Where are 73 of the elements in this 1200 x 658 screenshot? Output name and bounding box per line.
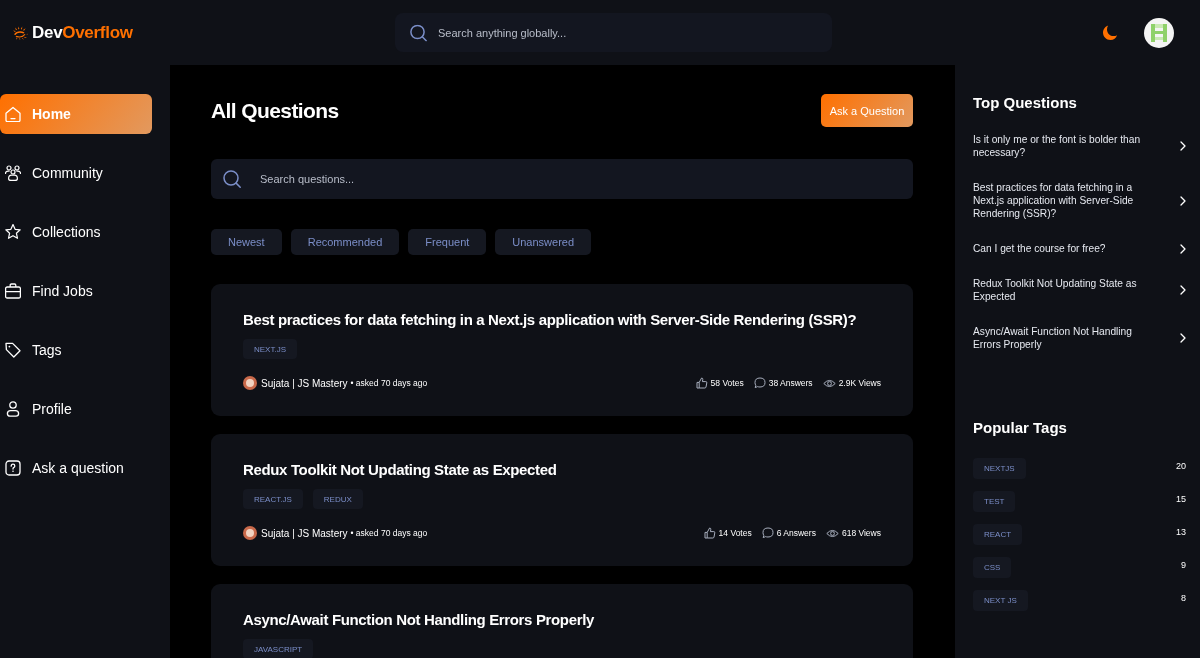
tag-chip[interactable]: REDUX (312, 489, 363, 509)
logo-icon (12, 25, 28, 40)
tag-chip[interactable]: CSS (973, 557, 1012, 578)
top-question-link[interactable]: Redux Toolkit Not Updating State as Expected (973, 277, 1153, 303)
sidebar-link[interactable]: Tags (0, 330, 152, 370)
section-title: Popular Tags (973, 419, 1068, 437)
tag-chip[interactable]: NEXT.JS (243, 339, 297, 359)
top-question-link[interactable]: Can I get the course for free? (973, 242, 1106, 255)
chevron-right-icon[interactable] (1180, 195, 1186, 206)
top-question-link[interactable]: Async/Await Function Not Handling Errors Properly (973, 325, 1153, 351)
thumbs-up-icon (695, 377, 708, 389)
question-title[interactable]: Async/Await Function Not Handling Errors Properly (243, 610, 881, 630)
tag-count: 8 (1181, 593, 1186, 603)
question-title[interactable]: Redux Toolkit Not Updating State as Expected (243, 460, 881, 480)
question-title[interactable]: Best practices for data fetching in a Next.js application with Server-Side Rendering (SSR)? (243, 310, 881, 330)
star-icon (5, 224, 21, 240)
eye-icon (822, 377, 836, 389)
tag-chip[interactable]: NEXT JS (973, 590, 1028, 611)
answers-count: 6 Answers (776, 528, 816, 538)
tag-chip[interactable]: REACT (973, 524, 1023, 545)
answers-count: 38 Answers (768, 378, 813, 388)
logo-text[interactable]: DevOverflow (32, 22, 133, 43)
sidebar-link[interactable]: Collections (0, 212, 152, 252)
people-group-icon (5, 165, 21, 181)
asked-time: • asked 70 days ago (350, 528, 428, 538)
search-icon (410, 24, 427, 41)
section-title: Top Questions (973, 94, 1078, 112)
question-search-field[interactable]: Search questions... (211, 159, 913, 199)
filter-button[interactable]: Unanswered (495, 229, 592, 255)
filter-button[interactable]: Newest (211, 229, 282, 255)
author-name[interactable]: Sujata | JS Mastery (261, 377, 348, 389)
briefcase-icon (5, 283, 21, 299)
chevron-right-icon[interactable] (1180, 243, 1186, 254)
author-avatar-icon (243, 526, 257, 540)
sidebar-link[interactable]: Ask a question (0, 448, 152, 488)
chat-bubble-icon (753, 377, 766, 389)
search-icon (223, 170, 241, 188)
tag-chip[interactable]: REACT.JS (243, 489, 303, 509)
filter-button[interactable]: Frequent (408, 229, 487, 255)
chat-bubble-icon (761, 527, 774, 539)
tag-count: 15 (1176, 494, 1186, 504)
chevron-right-icon[interactable] (1180, 285, 1186, 295)
filter-button[interactable]: Recommended (290, 229, 400, 255)
tag-count: 13 (1176, 527, 1186, 537)
thumbs-up-icon (703, 527, 716, 539)
asked-time: • asked 70 days ago (350, 378, 428, 388)
top-question-link[interactable]: Best practices for data fetching in a Next.js application with Server-Side Rendering (SSR)? (973, 181, 1153, 220)
views-count: 618 Views (841, 528, 881, 538)
home-icon (5, 106, 21, 122)
tag-icon (5, 342, 21, 358)
global-search-field[interactable]: Search anything globally... (395, 13, 832, 52)
author-name[interactable]: Sujata | JS Mastery (261, 527, 348, 539)
votes-count: 58 Votes (710, 378, 744, 388)
chevron-right-icon[interactable] (1180, 333, 1186, 343)
votes-count: 14 Votes (718, 528, 752, 538)
tag-count: 9 (1181, 560, 1186, 570)
page-title: All Questions (211, 98, 339, 123)
sidebar-link[interactable]: Community (0, 153, 152, 193)
person-icon (5, 401, 21, 417)
tag-count: 20 (1176, 461, 1186, 471)
tag-chip[interactable]: TEST (973, 491, 1016, 512)
moon-icon[interactable] (1103, 25, 1117, 40)
question-square-icon (5, 460, 21, 476)
author-avatar-icon (243, 376, 257, 390)
chevron-right-icon[interactable] (1180, 141, 1186, 151)
views-count: 2.9K Views (838, 378, 881, 388)
tag-chip[interactable]: NEXTJS (973, 458, 1026, 479)
eye-icon (825, 527, 839, 539)
pixel-avatar-icon[interactable] (1144, 17, 1174, 48)
top-question-link[interactable]: Is it only me or the font is bolder than necessary? (973, 133, 1153, 159)
sidebar-link[interactable]: Profile (0, 389, 152, 429)
tag-chip[interactable]: JAVASCRIPT (243, 639, 314, 658)
sidebar-link[interactable]: Find Jobs (0, 271, 152, 311)
